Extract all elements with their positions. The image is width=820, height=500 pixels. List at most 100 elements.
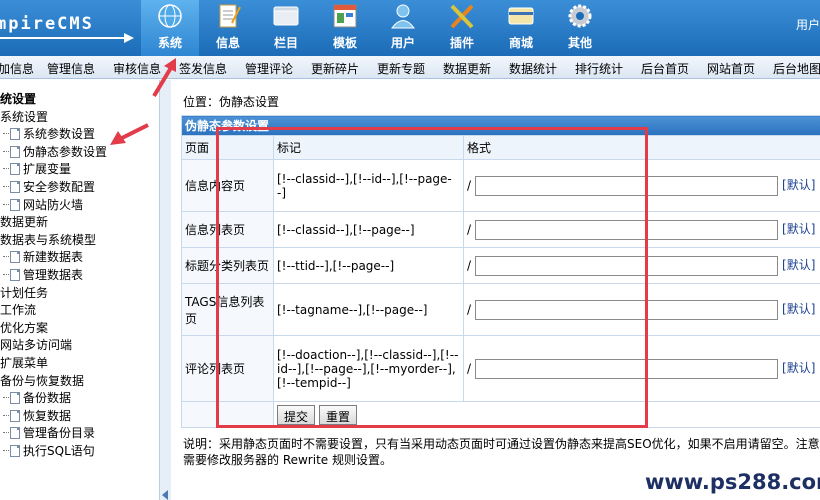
sidebar-tree-item[interactable]: 计划任务 [0, 284, 48, 301]
topnav-category[interactable]: 栏目 [257, 0, 315, 56]
sidebar-tree-item[interactable]: 新建数据表 [3, 248, 84, 265]
subnav-item[interactable]: 更新碎片 [311, 60, 359, 77]
sidebar-tree-item[interactable]: 备份数据 [3, 389, 72, 406]
sidebar-tree-item[interactable]: 优化方案 [0, 319, 48, 336]
document-icon [10, 145, 20, 158]
note-line: 需要修改服务器的 Rewrite 规则设置。 [183, 453, 392, 467]
subnav-item[interactable]: 管理评论 [245, 60, 293, 77]
topnav-plugin[interactable]: 插件 [433, 0, 491, 56]
sidebar-tree-item[interactable]: 数据更新 [0, 213, 48, 230]
tree-connector [3, 450, 9, 451]
sidebar-tree-item[interactable]: 系统设置 [0, 108, 48, 125]
sidebar-item-label: 网站多访问端 [0, 338, 73, 353]
document-icon [219, 4, 241, 28]
subnav-item[interactable]: 后台地图 [773, 60, 820, 77]
sidebar-tree-item[interactable]: 系统参数设置 [3, 125, 96, 142]
document-icon [10, 445, 20, 457]
default-link[interactable]: [默认] [782, 258, 815, 272]
user-label[interactable]: 用户 [796, 16, 820, 33]
subnav-item[interactable]: 管理信息 [47, 60, 95, 77]
sidebar-item-label: 扩展菜单 [0, 356, 49, 370]
topnav-template[interactable]: 模板 [316, 0, 374, 56]
sidebar-tree-item[interactable]: 网站防火墙 [3, 196, 84, 213]
sidebar-item-label: 计划任务 [0, 285, 49, 300]
topnav-label: 商城 [508, 36, 533, 50]
default-link[interactable]: [默认] [782, 361, 815, 375]
topnav-other[interactable]: 其他 [551, 0, 609, 56]
template-icon [333, 4, 357, 28]
topnav-label: 信息 [215, 36, 240, 50]
sidebar-tree-item[interactable]: 扩展变量 [3, 160, 71, 177]
annotation-arrow-icon [110, 123, 149, 145]
breadcrumb: 位置：伪静态设置 [183, 95, 280, 109]
document-icon [10, 409, 20, 422]
subnav-item[interactable]: 排行统计 [575, 60, 623, 77]
sidebar-tree-item[interactable]: 数据表与系统模型 [0, 231, 96, 248]
topnav-label: 栏目 [273, 36, 298, 50]
sidebar-item-label: 备份数据 [23, 391, 72, 406]
topnav-shop[interactable]: 商城 [492, 0, 550, 56]
sidebar-item-label: 工作流 [0, 303, 37, 318]
logo-arrow-icon [124, 33, 134, 43]
tree-connector [3, 186, 9, 187]
sidebar-item-label: 管理数据表 [23, 268, 84, 282]
topnav-label: 模板 [332, 36, 357, 50]
sidebar-item-label: 系统参数设置 [23, 127, 96, 142]
subnav-item[interactable]: 网站首页 [707, 60, 755, 77]
sidebar-splitter[interactable] [159, 80, 171, 500]
document-icon [10, 163, 20, 176]
tree-connector [3, 203, 9, 205]
sidebar-tree-item[interactable]: 安全参数配置 [3, 178, 96, 195]
sidebar-tree-item[interactable]: 执行SQL语句 [3, 442, 95, 459]
document-icon [10, 392, 20, 405]
user-icon [391, 4, 415, 29]
subnav-item[interactable]: 数据更新 [443, 60, 491, 77]
default-link[interactable]: [默认] [782, 222, 815, 236]
sidebar-item-label: 管理备份目录 [23, 426, 96, 441]
sidebar-item-label: 网站防火墙 [23, 197, 84, 212]
topnav-label: 插件 [449, 36, 474, 50]
sidebar-item-label: 伪静态参数设置 [23, 144, 108, 159]
sidebar-item-label: 优化方案 [0, 320, 49, 335]
sidebar-tree-item[interactable]: 管理备份目录 [3, 424, 96, 441]
instruction-note: 说明：采用静态页面时不需要设置，只有当采用动态页面时可通过设置伪静态来提高SEO… [183, 436, 820, 468]
sidebar-tree-item[interactable]: 备份与恢复数据 [0, 372, 84, 389]
sidebar-tree-item[interactable]: 工作流 [0, 301, 36, 318]
document-icon [10, 427, 20, 440]
sidebar-tree-item[interactable]: 扩展菜单 [0, 354, 48, 371]
sidebar-item-label: 恢复数据 [23, 408, 72, 423]
annotation-highlight-box [216, 127, 648, 428]
topnav-user[interactable]: 用户 [374, 0, 432, 56]
sidebar-item-label: 新建数据表 [23, 250, 84, 265]
tree-connector [3, 274, 9, 275]
tree-connector [3, 414, 9, 416]
document-icon [10, 128, 20, 141]
sidebar-tree-item[interactable]: 管理数据表 [3, 266, 84, 283]
sidebar-item-label: 安全参数配置 [23, 180, 96, 194]
note-line: 说明：采用静态页面时不需要设置，只有当采用动态页面时可通过设置伪静态来提高SEO… [183, 437, 820, 451]
watermark: www.ps288.com [645, 470, 820, 494]
sidebar-tree-item[interactable]: 伪静态参数设置 [3, 143, 108, 160]
tree-connector [3, 256, 9, 258]
sidebar-tree-item[interactable]: 网站多访问端 [0, 336, 72, 353]
collapse-arrow-icon[interactable] [162, 490, 168, 500]
sidebar-tree-item[interactable]: 统设置 [0, 90, 36, 107]
globe-icon [158, 4, 182, 28]
subnav-item[interactable]: 数据统计 [509, 60, 557, 77]
topnav-info[interactable]: 信息 [199, 0, 257, 56]
subnav-item[interactable]: 签发信息 [179, 60, 227, 77]
topnav-system[interactable]: 系统 [141, 0, 199, 56]
document-icon [10, 269, 20, 281]
folder-icon [273, 6, 299, 26]
card-icon [508, 7, 534, 25]
sidebar-tree-item[interactable]: 恢复数据 [3, 407, 72, 424]
annotation-arrow-icon [152, 58, 176, 98]
subnav-item[interactable]: 后台首页 [641, 60, 689, 77]
plugin-icon [450, 4, 474, 29]
sidebar-item-label: 执行SQL语句 [23, 444, 95, 458]
default-link[interactable]: [默认] [782, 178, 815, 192]
subnav-item[interactable]: 更新专题 [377, 60, 425, 77]
default-link[interactable]: [默认] [782, 302, 815, 316]
subnav-item[interactable]: 加信息 [0, 60, 34, 77]
logo: mpireCMS [0, 14, 94, 34]
